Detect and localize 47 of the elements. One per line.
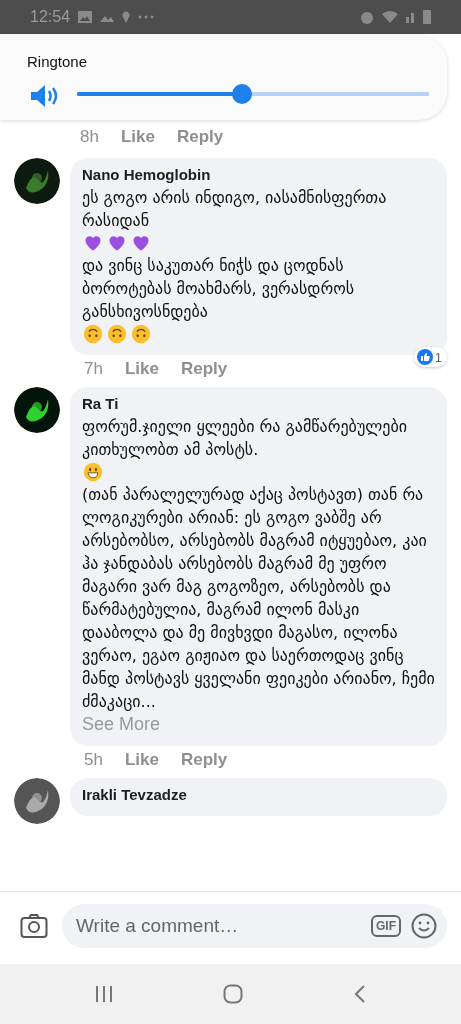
comment-time: 8h [80,127,99,147]
avatar[interactable] [14,387,60,433]
like-count-badge[interactable]: 1 [413,347,447,367]
comment-author[interactable]: Irakli Tevzadze [82,786,435,803]
upside-down-face-icon [83,324,103,344]
wifi-icon [382,11,398,23]
home-icon[interactable] [223,984,244,1004]
upside-down-face-icon [131,324,151,344]
comment-time: 5h [84,750,103,770]
reply-button[interactable]: Reply [176,127,224,147]
heart-icon [107,233,127,253]
image-icon [78,11,93,23]
recent-apps-icon[interactable] [95,985,114,1003]
like-icon [416,349,433,365]
gif-button[interactable]: GIF [371,915,401,937]
like-count: 1 [434,349,442,365]
emoji-icon[interactable] [411,913,437,939]
back-icon[interactable] [353,984,366,1004]
like-button[interactable]: Like [124,750,159,770]
comment-text: ფორუმ.ჯიელი ყლეები რა გამწარებულები კითხულობთ ამ პოსტს. [82,416,408,461]
volume-label: Ringtone [27,53,88,70]
like-button[interactable]: Like [124,359,159,379]
comment-author[interactable]: Ra Ti [82,395,435,412]
speaker-icon[interactable] [30,84,60,108]
see-more-link[interactable]: See More [82,713,161,736]
upside-down-face-icon [107,324,127,344]
reply-button[interactable]: Reply [180,359,228,379]
camera-icon[interactable] [20,913,48,939]
status-time: 12:54 [30,8,71,26]
reply-button[interactable]: Reply [180,750,228,770]
heart-icon [83,233,103,253]
comment-time: 7h [84,359,103,379]
comment-text: ეს გოგო არის ინდიგო, იასამნისფერთა რასიდან [82,187,388,232]
more-icon [138,15,155,19]
signal-icon [406,11,415,23]
comment-text: (თან პარალელურად აქაც პოსტავთ) თან რა ლოგიკურები არიან: ეს გოგო ვაბშე არ არსებობსო, არსებობს მაგრამ იტყუებაო, კაი ჰა ჯანდაბას არსებობს მაგრამ მე უფრო მაგარი ვარ მაგ გოგოზეო, არსებობს და წარმატებულია, მაგრამ ილონ მასკი დააბოლა და მე მივხვდი მაგასო, ილონა ვერაო, ეგაო გიჟიაო და საერთოდაც ვინც მანდ პოსტავს ყველანი ფეიკები არიანო, ჩემი ძმაკაცი... [82,484,435,713]
like-button[interactable]: Like [120,127,155,147]
heart-icon [131,233,151,253]
location-icon [122,11,131,23]
comment-author[interactable]: Nano Hemoglobin [82,166,435,183]
grinning-face-icon [83,462,103,482]
volume-thumb[interactable] [232,84,253,104]
comment-text: და ვინც საკუთარ ნიჭს და ცოდნას ბოროტებას მოახმარს, ვერასდროს განსხივოსნდება [82,255,356,323]
comment-input[interactable]: Write a comment… GIF [62,904,447,948]
avatar[interactable] [14,158,60,204]
battery-icon [423,10,431,24]
avatar[interactable] [14,778,60,824]
